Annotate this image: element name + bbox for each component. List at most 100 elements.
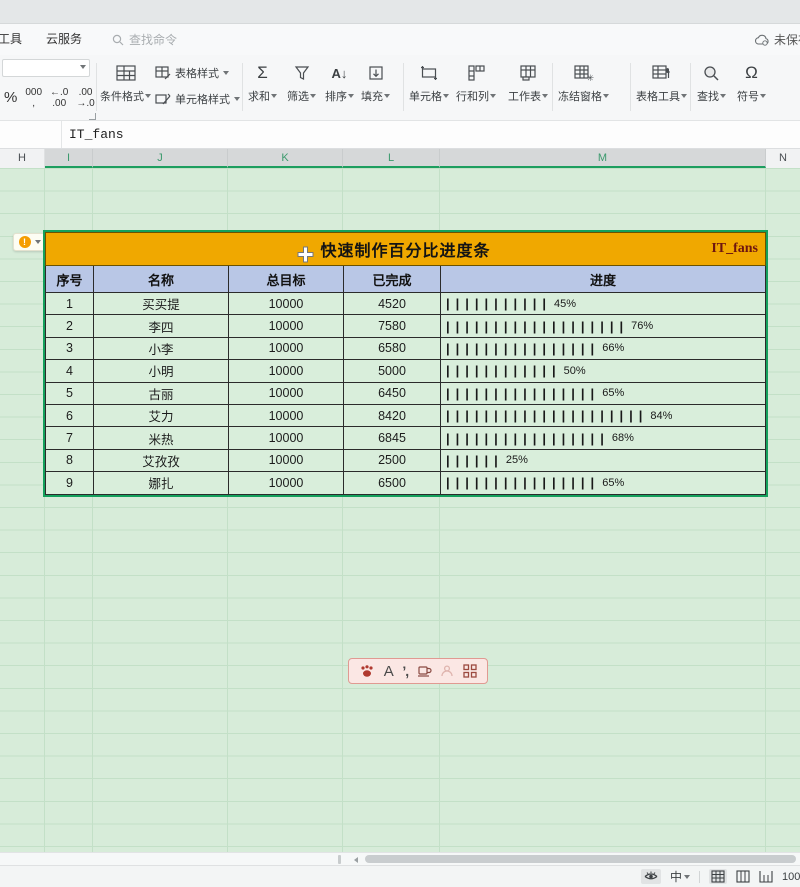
cell-target[interactable]: 10000 [229, 315, 344, 336]
table-row[interactable]: 4小明100005000||||||||||||50% [45, 360, 766, 382]
grid-icon[interactable] [463, 664, 477, 678]
cell-target[interactable]: 10000 [229, 450, 344, 471]
cell-name[interactable]: 娜扎 [94, 472, 229, 493]
header-cell-done[interactable]: 已完成 [344, 266, 441, 292]
column-header-i[interactable]: I [45, 149, 93, 168]
quote-icon[interactable]: ’, [402, 663, 408, 679]
cells-button[interactable]: 单元格 [409, 61, 449, 104]
cell-no[interactable]: 3 [46, 338, 94, 359]
cell-done[interactable]: 6450 [344, 383, 441, 404]
table-title-cell[interactable]: 快速制作百分比进度条 IT_fans [45, 232, 766, 266]
cell-name[interactable]: 小明 [94, 360, 229, 381]
cell-target[interactable]: 10000 [229, 405, 344, 426]
cell-done[interactable]: 5000 [344, 360, 441, 381]
save-status[interactable]: 未保存 [754, 24, 800, 55]
table-row[interactable]: 3小李100006580||||||||||||||||66% [45, 338, 766, 360]
dialog-launcher-icon[interactable] [89, 113, 96, 120]
table-row[interactable]: 8艾孜孜100002500||||||25% [45, 450, 766, 472]
cell-done[interactable]: 7580 [344, 315, 441, 336]
comma-style-button[interactable]: 000, [23, 87, 44, 110]
cell-no[interactable]: 2 [46, 315, 94, 336]
cell-progress[interactable]: ||||||||||||||||66% [441, 338, 766, 359]
command-search[interactable]: 查找命令 [112, 31, 177, 48]
menu-tab-cloud[interactable]: 云服务 [34, 24, 94, 55]
cell-no[interactable]: 8 [46, 450, 94, 471]
fill-button[interactable]: 填充 [361, 61, 390, 104]
filter-button[interactable]: 筛选 [287, 61, 316, 104]
column-header-j[interactable]: J [93, 149, 228, 168]
column-header-n[interactable]: N [766, 149, 800, 168]
find-button[interactable]: 查找 [697, 61, 726, 104]
page-layout-view-button[interactable] [736, 870, 750, 883]
cell-done[interactable]: 2500 [344, 450, 441, 471]
percent-style-button[interactable]: % [2, 87, 19, 110]
cell-done[interactable]: 6845 [344, 427, 441, 448]
cell-name[interactable]: 米热 [94, 427, 229, 448]
cell-progress[interactable]: ||||||||||||||||65% [441, 472, 766, 493]
cell-name[interactable]: 艾孜孜 [94, 450, 229, 471]
cell-no[interactable]: 5 [46, 383, 94, 404]
table-row[interactable]: 1买买提100004520|||||||||||45% [45, 293, 766, 315]
table-header-row[interactable]: 序号 名称 总目标 已完成 进度 [45, 266, 766, 293]
cell-target[interactable]: 10000 [229, 338, 344, 359]
cell-name[interactable]: 小李 [94, 338, 229, 359]
table-row[interactable]: 9娜扎100006500||||||||||||||||65% [45, 472, 766, 494]
cell-progress[interactable]: |||||||||||||||||||||84% [441, 405, 766, 426]
column-header-m[interactable]: M [440, 149, 766, 168]
input-mode-toggle[interactable]: 中 [670, 868, 690, 885]
cell-target[interactable]: 10000 [229, 360, 344, 381]
conditional-format-button[interactable]: 条件格式 [100, 61, 151, 104]
menu-tab-tools[interactable]: 工具 [0, 24, 34, 55]
table-style-button[interactable]: 表格样式 [155, 65, 229, 81]
sheet-grid[interactable]: ! 快速制作百分比进度条 IT_fans 序号 名称 总目标 已完成 进度 1买… [0, 168, 800, 852]
horizontal-scrollbar[interactable] [0, 852, 800, 865]
column-header-l[interactable]: L [343, 149, 440, 168]
rows-cols-button[interactable]: 行和列 [456, 61, 496, 104]
cell-target[interactable]: 10000 [229, 293, 344, 314]
column-header-h[interactable]: H [0, 149, 45, 168]
sort-button[interactable]: A↓ 排序 [325, 61, 354, 104]
cell-done[interactable]: 6500 [344, 472, 441, 493]
cell-progress[interactable]: |||||||||||45% [441, 293, 766, 314]
cell-name[interactable]: 李四 [94, 315, 229, 336]
cell-progress[interactable]: ||||||||||||50% [441, 360, 766, 381]
cell-done[interactable]: 6580 [344, 338, 441, 359]
eye-protection-button[interactable] [641, 869, 661, 884]
zoom-level[interactable]: 100% [782, 871, 800, 883]
table-tools-button[interactable]: 表格工具 [636, 61, 687, 104]
cell-progress[interactable]: ||||||||||||||||65% [441, 383, 766, 404]
table-row[interactable]: 2李四100007580|||||||||||||||||||76% [45, 315, 766, 337]
cell-name[interactable]: 艾力 [94, 405, 229, 426]
scroll-left-icon[interactable] [354, 857, 358, 863]
table-row[interactable]: 7米热100006845|||||||||||||||||68% [45, 427, 766, 449]
letter-a-icon[interactable]: A [384, 663, 394, 680]
page-break-view-button[interactable] [759, 870, 773, 883]
header-cell-progress[interactable]: 进度 [441, 266, 766, 292]
cell-name[interactable]: 古丽 [94, 383, 229, 404]
cell-no[interactable]: 1 [46, 293, 94, 314]
formula-input[interactable]: IT_fans [62, 127, 124, 142]
table-row[interactable]: 6艾力100008420|||||||||||||||||||||84% [45, 405, 766, 427]
name-box[interactable] [0, 121, 62, 148]
watermark-toolbar[interactable]: A ’, [348, 658, 488, 684]
cell-target[interactable]: 10000 [229, 472, 344, 493]
paw-icon[interactable] [359, 664, 375, 678]
header-cell-name[interactable]: 名称 [94, 266, 229, 292]
sum-button[interactable]: Σ 求和 [248, 61, 277, 104]
freeze-panes-button[interactable]: ✳ 冻结窗格 [558, 61, 609, 104]
cell-target[interactable]: 10000 [229, 383, 344, 404]
cell-name[interactable]: 买买提 [94, 293, 229, 314]
column-header-k[interactable]: K [228, 149, 343, 168]
header-cell-no[interactable]: 序号 [46, 266, 94, 292]
header-cell-target[interactable]: 总目标 [229, 266, 344, 292]
progress-table[interactable]: 快速制作百分比进度条 IT_fans 序号 名称 总目标 已完成 进度 1买买提… [45, 232, 766, 495]
symbol-button[interactable]: Ω 符号 [737, 61, 766, 104]
cell-target[interactable]: 10000 [229, 427, 344, 448]
increase-decimal-button[interactable]: .00→.0 [74, 87, 96, 110]
worksheet-button[interactable]: 工作表 [508, 61, 548, 104]
error-checking-button[interactable]: ! [13, 233, 46, 251]
cup-icon[interactable] [417, 664, 432, 678]
cell-done[interactable]: 8420 [344, 405, 441, 426]
person-icon[interactable] [440, 664, 454, 678]
cell-done[interactable]: 4520 [344, 293, 441, 314]
